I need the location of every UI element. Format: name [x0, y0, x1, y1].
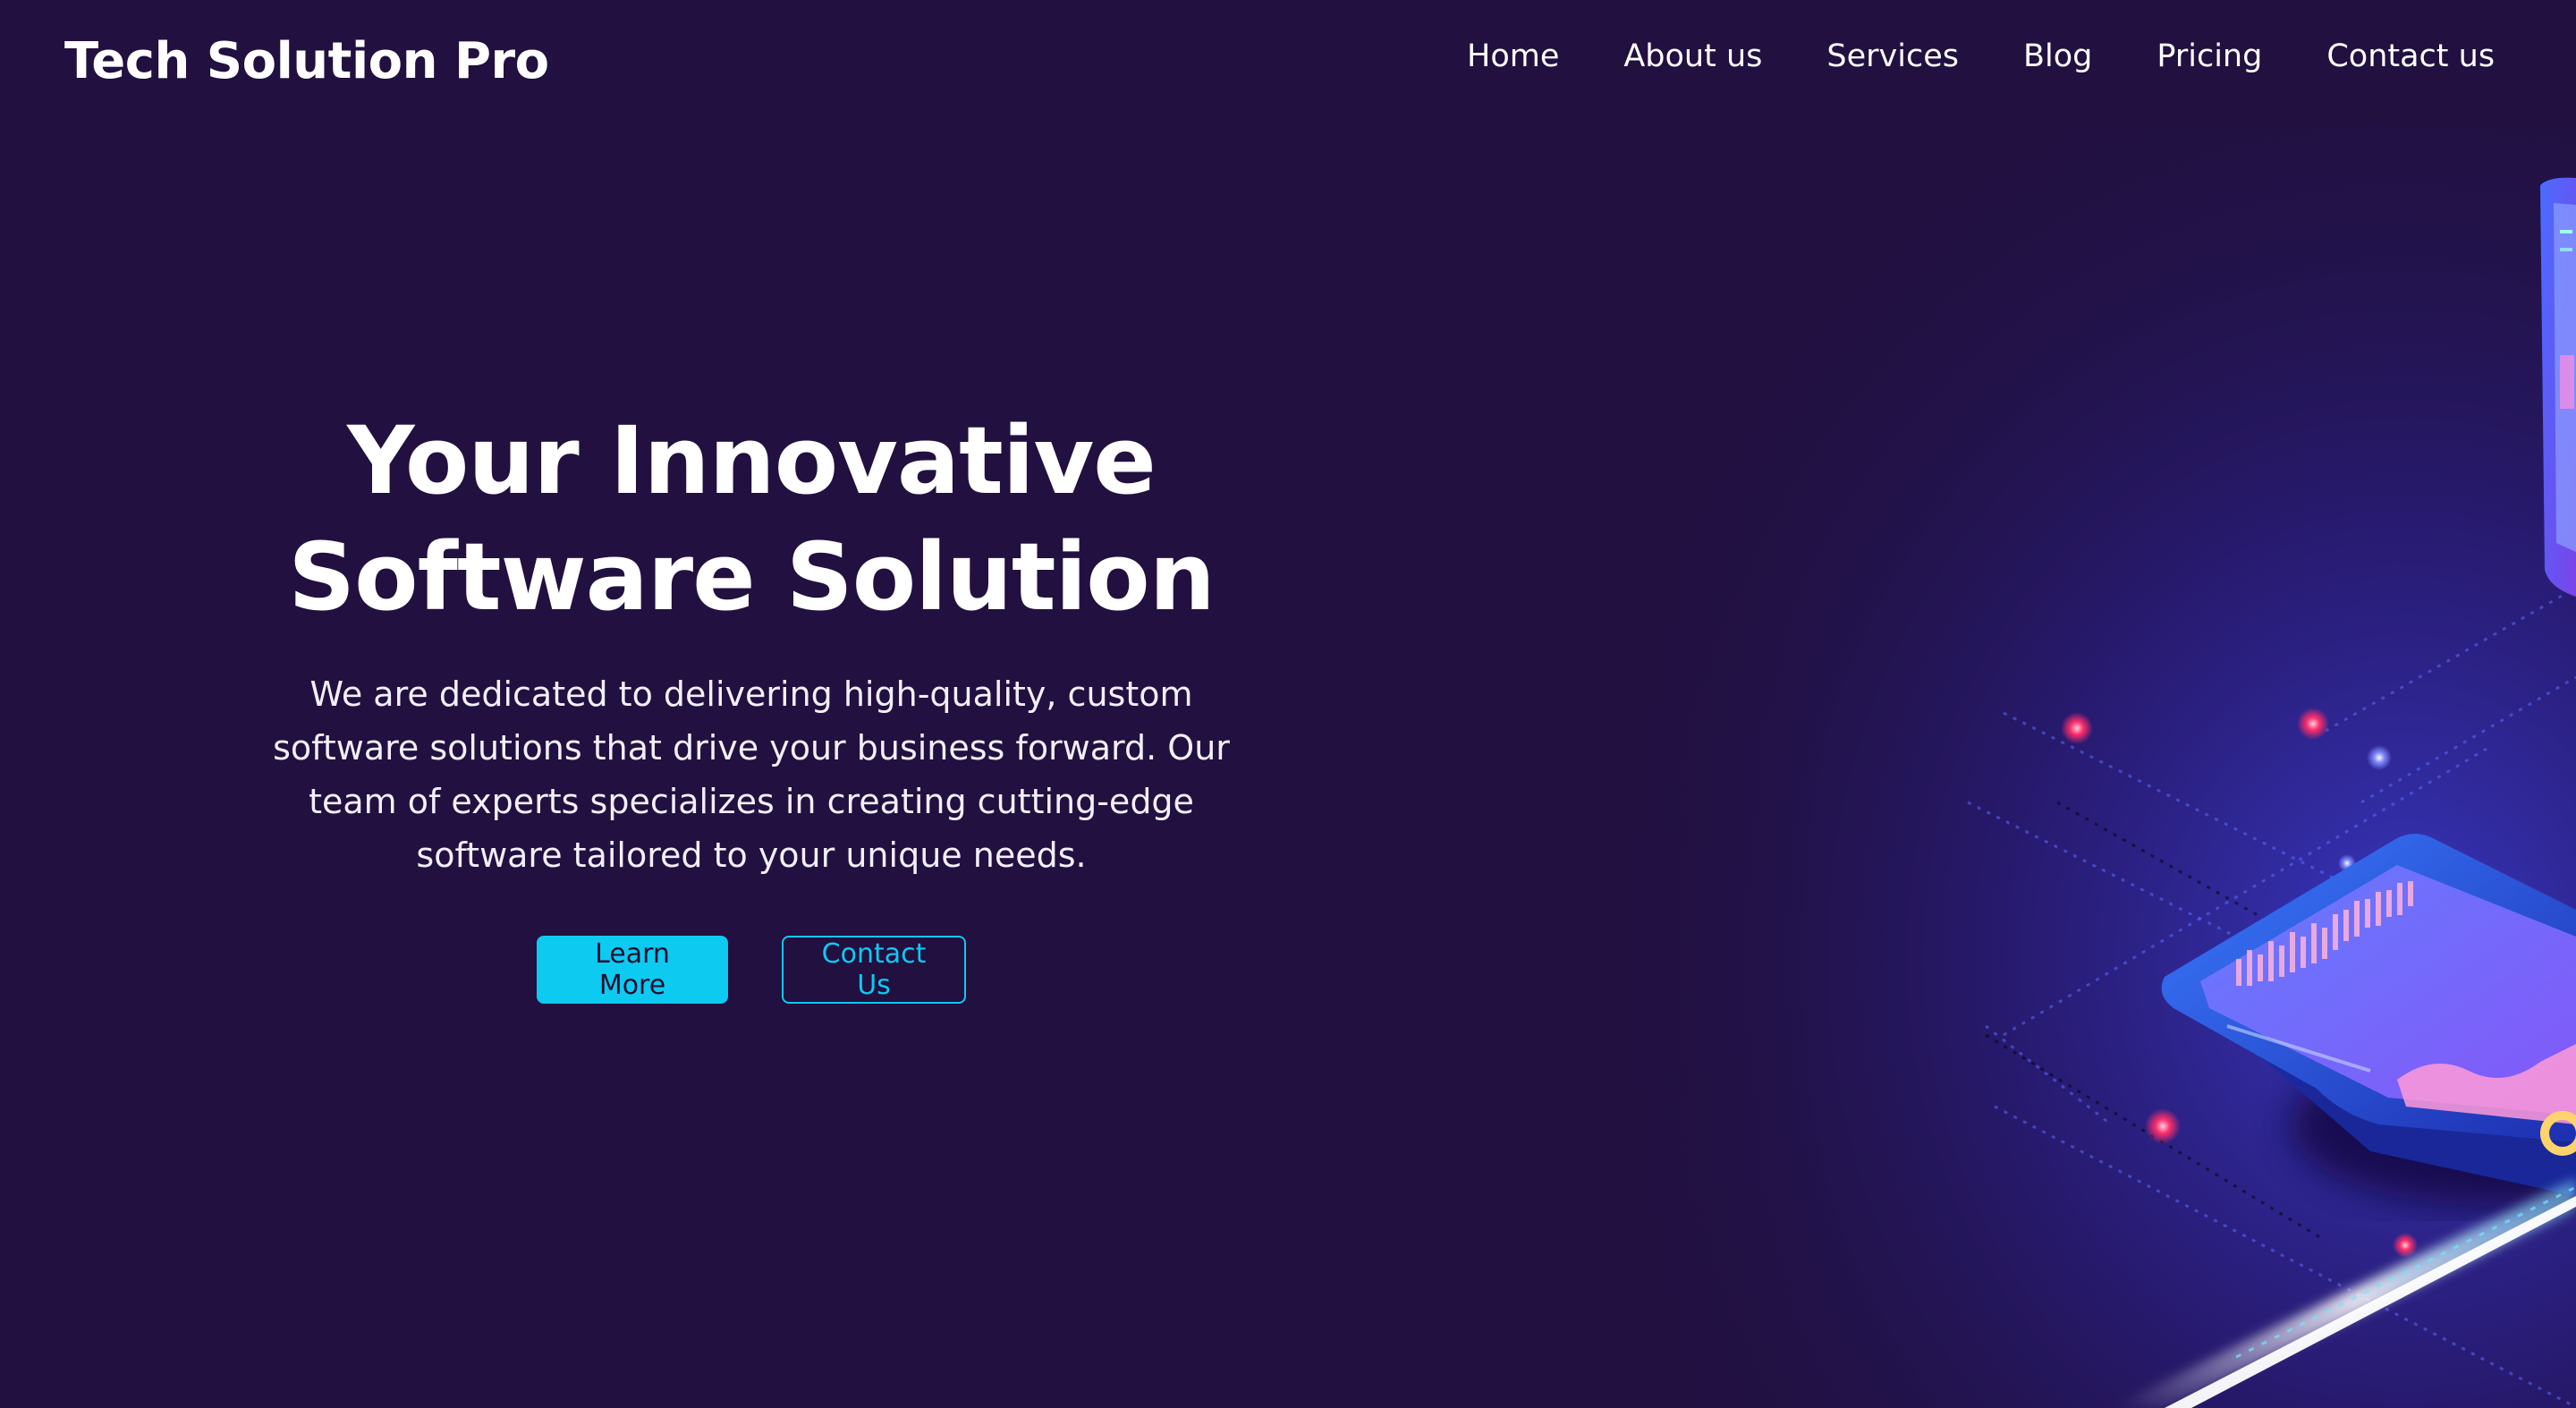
contact-us-button[interactable]: Contact Us [782, 936, 966, 1004]
hero-description: We are dedicated to delivering high-qual… [273, 674, 1230, 875]
learn-more-button[interactable]: Learn More [537, 936, 728, 1004]
isometric-devices-illustration-icon [1431, 123, 2576, 1408]
hero-section: Your Innovative Software Solution We are… [206, 403, 1297, 1004]
landing-page: Tech Solution Pro Home About us Services… [0, 0, 2576, 1408]
nav-item-contact-us[interactable]: Contact us [2326, 38, 2495, 74]
nav-item-services[interactable]: Services [1826, 38, 1959, 74]
nav-item-blog[interactable]: Blog [2023, 38, 2092, 74]
hero-title-line-1: Your Innovative [347, 406, 1157, 515]
hero-title-line-2: Software Solution [288, 522, 1215, 632]
nav-item-about-us[interactable]: About us [1623, 38, 1762, 74]
hero-illustration [1431, 123, 2576, 1408]
brand-logo[interactable]: Tech Solution Pro [64, 32, 549, 90]
hero-title: Your Innovative Software Solution [206, 403, 1297, 635]
hero-actions: Learn More Contact Us [206, 936, 1297, 1004]
navbar: Tech Solution Pro Home About us Services… [0, 0, 2576, 123]
nav-item-home[interactable]: Home [1467, 38, 1559, 74]
nav-item-pricing[interactable]: Pricing [2157, 38, 2262, 74]
nav-links: Home About us Services Blog Pricing Cont… [1467, 38, 2495, 74]
